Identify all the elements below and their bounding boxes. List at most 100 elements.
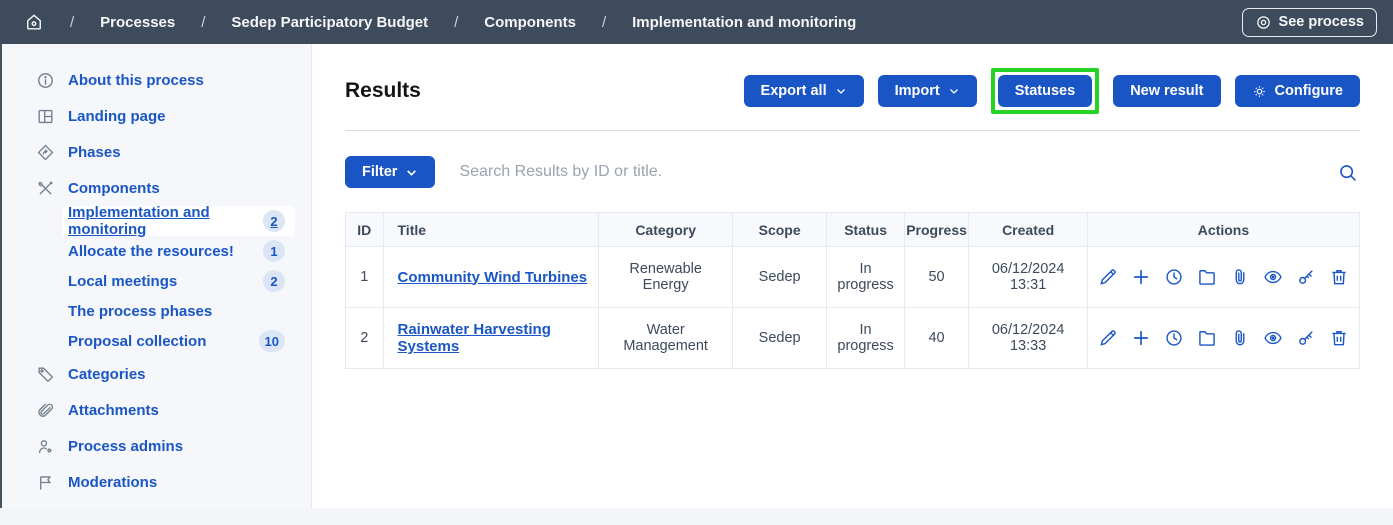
sidebar-item-label: Categories	[68, 366, 146, 383]
search-icon	[1337, 162, 1358, 183]
subnav-item-the-process-phases[interactable]: The process phases	[62, 296, 295, 326]
tag-icon	[36, 365, 55, 384]
new-result-label: New result	[1130, 83, 1203, 99]
breadcrumb-separator: /	[70, 14, 74, 31]
sidebar-item-label: Landing page	[68, 108, 166, 125]
chevron-down-icon	[835, 85, 847, 97]
page-title: Results	[345, 79, 421, 103]
see-process-button[interactable]: See process	[1242, 8, 1377, 37]
sidebar-item-attachments[interactable]: Attachments	[2, 392, 295, 428]
breadcrumb-process-name[interactable]: Sedep Participatory Budget	[231, 14, 428, 31]
count-badge: 2	[263, 270, 285, 292]
cell-created: 06/12/2024 13:33	[969, 308, 1088, 369]
components-subnav: Implementation and monitoring 2 Allocate…	[2, 206, 295, 356]
table-header-row: ID Title Category Scope Status Progress …	[346, 213, 1360, 247]
add-icon[interactable]	[1131, 328, 1151, 348]
sidebar-item-phases[interactable]: Phases	[2, 134, 295, 170]
breadcrumb: / Processes / Sedep Participatory Budget…	[24, 12, 856, 32]
result-title-link[interactable]: Community Wind Turbines	[398, 269, 588, 286]
gear-icon	[1252, 84, 1267, 99]
statuses-button[interactable]: Statuses	[998, 75, 1092, 107]
sidebar: About this process Landing page Phases	[0, 44, 312, 508]
add-icon[interactable]	[1131, 267, 1151, 287]
filter-button[interactable]: Filter	[345, 156, 435, 188]
sidebar-item-moderations[interactable]: Moderations	[2, 464, 295, 500]
eye-target-icon	[1255, 14, 1272, 31]
sidebar-item-label: Components	[68, 180, 160, 197]
delete-icon[interactable]	[1329, 328, 1349, 348]
subnav-item-label: Local meetings	[68, 273, 177, 290]
search-button[interactable]	[1335, 162, 1360, 183]
chevron-down-icon	[405, 166, 418, 179]
export-all-button[interactable]: Export all	[744, 75, 864, 107]
sidebar-item-label: Phases	[68, 144, 121, 161]
sidebar-item-categories[interactable]: Categories	[2, 356, 295, 392]
count-badge: 1	[263, 240, 285, 262]
edit-icon[interactable]	[1098, 267, 1118, 287]
attachments-icon[interactable]	[1230, 328, 1250, 348]
sidebar-item-label: Process admins	[68, 438, 183, 455]
header-id: ID	[346, 213, 384, 247]
cell-created: 06/12/2024 13:31	[969, 247, 1088, 308]
sidebar-item-process-admins[interactable]: Process admins	[2, 428, 295, 464]
breadcrumb-components[interactable]: Components	[484, 14, 576, 31]
breadcrumb-separator: /	[201, 14, 205, 31]
see-process-label: See process	[1279, 14, 1364, 30]
header-scope: Scope	[732, 213, 826, 247]
statuses-label: Statuses	[1015, 83, 1075, 99]
paperclip-icon	[36, 401, 55, 420]
sidebar-item-landing-page[interactable]: Landing page	[2, 98, 295, 134]
history-icon[interactable]	[1164, 267, 1184, 287]
result-title-link[interactable]: Rainwater Harvesting Systems	[398, 321, 551, 355]
cell-id: 1	[346, 247, 384, 308]
preview-icon[interactable]	[1263, 328, 1283, 348]
search-input[interactable]	[459, 163, 1311, 181]
permissions-key-icon[interactable]	[1296, 328, 1316, 348]
cell-scope: Sedep	[732, 308, 826, 369]
preview-icon[interactable]	[1263, 267, 1283, 287]
export-all-label: Export all	[761, 83, 827, 99]
home-gear-icon[interactable]	[24, 12, 44, 32]
flag-icon	[36, 473, 55, 492]
table-row: 1 Community Wind Turbines Renewable Ener…	[346, 247, 1360, 308]
subnav-item-implementation-and-monitoring[interactable]: Implementation and monitoring 2	[62, 206, 295, 236]
row-actions	[1098, 328, 1349, 348]
import-label: Import	[895, 83, 940, 99]
results-toolbar: Export all Import Statuses New result	[744, 68, 1360, 114]
layout-icon	[36, 107, 55, 126]
cell-progress: 50	[904, 247, 969, 308]
folder-icon[interactable]	[1197, 267, 1217, 287]
chevron-down-icon	[948, 85, 960, 97]
cell-progress: 40	[904, 308, 969, 369]
topbar: / Processes / Sedep Participatory Budget…	[0, 0, 1393, 44]
breadcrumb-separator: /	[602, 14, 606, 31]
breadcrumb-current-component[interactable]: Implementation and monitoring	[632, 14, 856, 31]
delete-icon[interactable]	[1329, 267, 1349, 287]
statuses-highlight-box: Statuses	[991, 68, 1099, 114]
header-category: Category	[599, 213, 732, 247]
breadcrumb-separator: /	[454, 14, 458, 31]
configure-button[interactable]: Configure	[1235, 75, 1360, 107]
cell-category: Renewable Energy	[599, 247, 732, 308]
edit-icon[interactable]	[1098, 328, 1118, 348]
count-badge: 10	[259, 330, 285, 352]
attachments-icon[interactable]	[1230, 267, 1250, 287]
permissions-key-icon[interactable]	[1296, 267, 1316, 287]
cell-scope: Sedep	[732, 247, 826, 308]
sidebar-item-components[interactable]: Components	[2, 170, 295, 206]
new-result-button[interactable]: New result	[1113, 75, 1220, 107]
header-progress: Progress	[904, 213, 969, 247]
history-icon[interactable]	[1164, 328, 1184, 348]
folder-icon[interactable]	[1197, 328, 1217, 348]
subnav-item-allocate-the-resources[interactable]: Allocate the resources! 1	[62, 236, 295, 266]
sidebar-item-about[interactable]: About this process	[2, 62, 295, 98]
table-row: 2 Rainwater Harvesting Systems Water Man…	[346, 308, 1360, 369]
breadcrumb-processes[interactable]: Processes	[100, 14, 175, 31]
header-actions: Actions	[1087, 213, 1359, 247]
subnav-item-local-meetings[interactable]: Local meetings 2	[62, 266, 295, 296]
subnav-item-proposal-collection[interactable]: Proposal collection 10	[62, 326, 295, 356]
import-button[interactable]: Import	[878, 75, 977, 107]
tools-icon	[36, 179, 55, 198]
header-title: Title	[383, 213, 599, 247]
cell-status: In progress	[827, 308, 904, 369]
